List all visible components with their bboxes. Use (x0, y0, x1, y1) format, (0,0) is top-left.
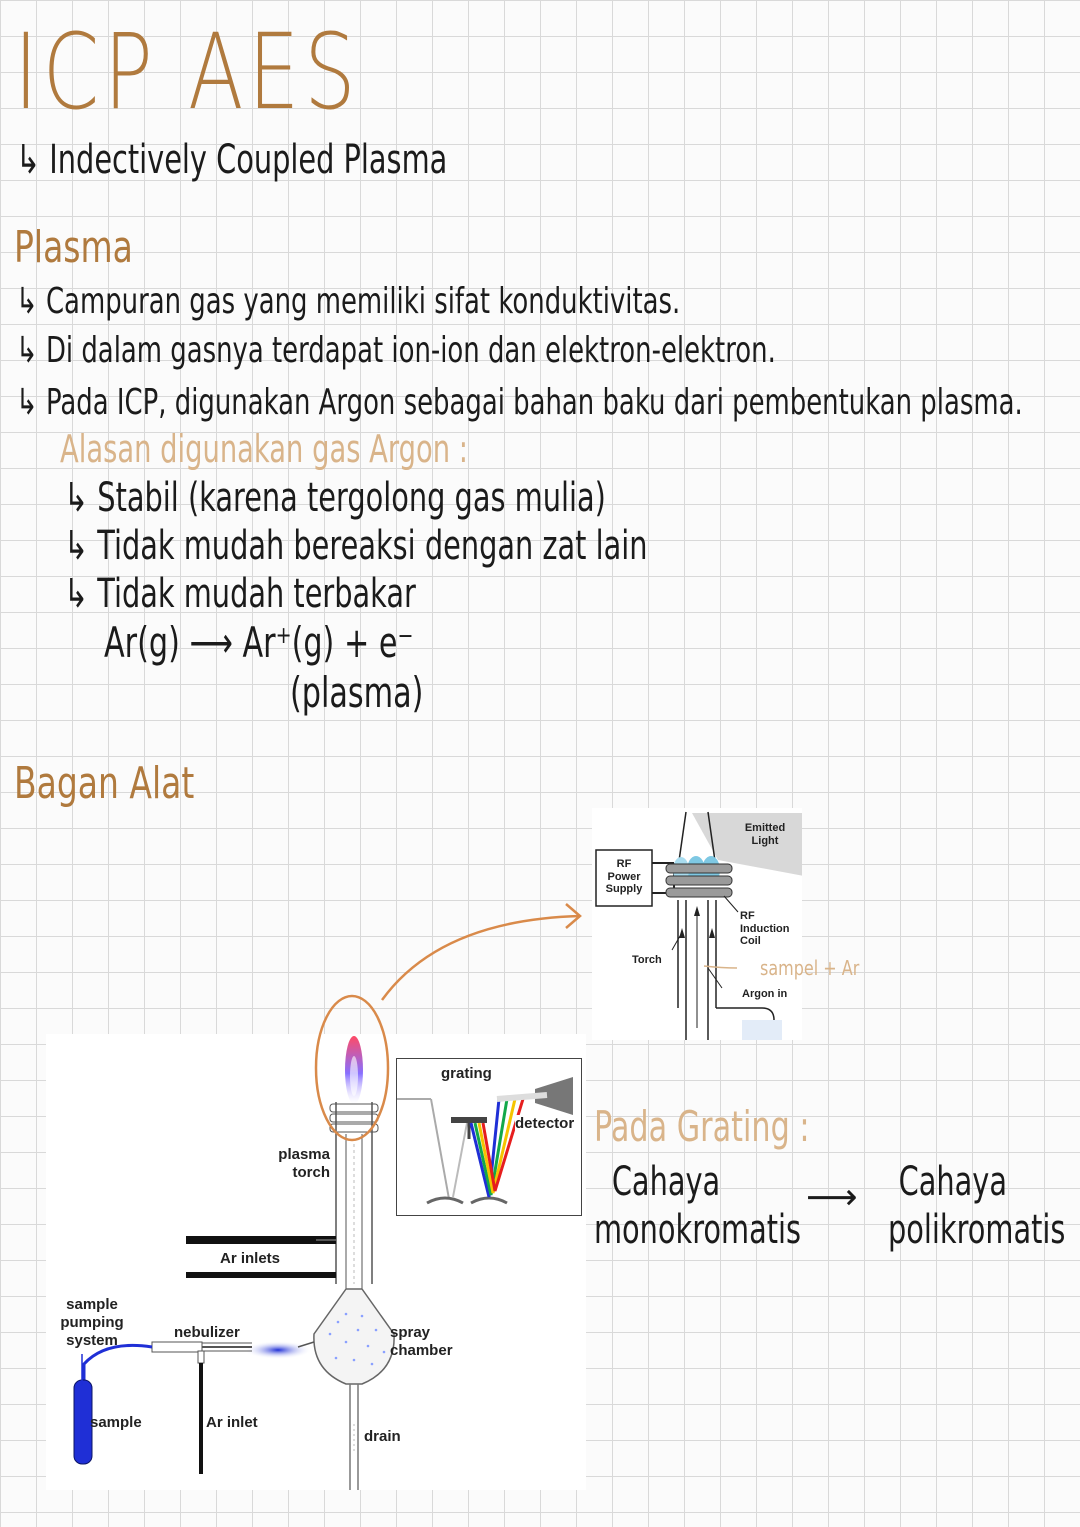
grating-note-to: Cahaya polikromatis (888, 1159, 1066, 1253)
grating-note-arrow: ⟶ (806, 1177, 858, 1218)
grating-note-heading: Pada Grating : (594, 1102, 810, 1151)
flame-highlight-circle (314, 994, 390, 1142)
grating-note-from: Cahaya monokromatis (594, 1159, 802, 1253)
annotation-overlay (314, 903, 582, 1142)
flame-to-torch-arrow (380, 914, 581, 1001)
